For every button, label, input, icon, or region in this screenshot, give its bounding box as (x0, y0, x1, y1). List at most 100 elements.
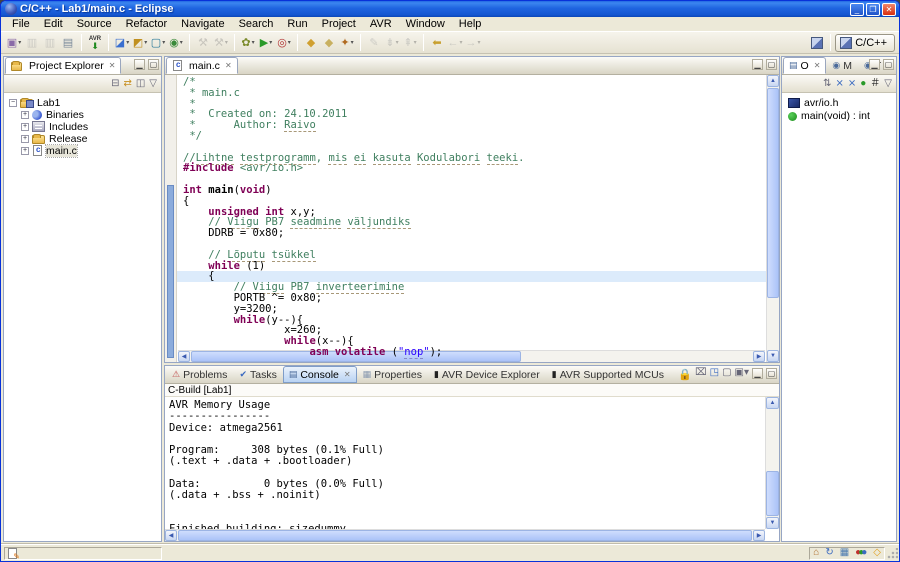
menu-search[interactable]: Search (232, 18, 281, 30)
minimize-view-icon[interactable]: ▁ (752, 368, 763, 379)
maximize-view-icon[interactable]: ▢ (766, 368, 777, 379)
image-icon[interactable]: ▦ (840, 548, 849, 558)
clear-console-icon[interactable]: ⌧ (695, 368, 707, 381)
scrollbar-thumb[interactable] (178, 530, 752, 541)
code-area[interactable]: /* * main.c * * Created on: 24.10.2011 *… (177, 75, 766, 362)
scroll-lock-icon[interactable]: 🔒 (678, 368, 692, 381)
restore-button[interactable]: ❐ (866, 3, 880, 16)
hide-static-icon[interactable]: ⨯ (848, 79, 856, 89)
build-button[interactable]: ⚒ (194, 34, 212, 52)
view-menu-icon[interactable]: ▽ (884, 79, 892, 89)
console-output[interactable]: AVR Memory Usage----------------Device: … (165, 397, 765, 529)
menu-source[interactable]: Source (70, 18, 119, 30)
tab-properties[interactable]: ▦ Properties (357, 366, 428, 383)
console-horizontal-scrollbar[interactable]: ◀ ▶ (165, 529, 765, 541)
menu-project[interactable]: Project (315, 18, 363, 30)
minimize-view-icon[interactable]: ▁ (134, 59, 145, 70)
back-button[interactable]: ⬅ (428, 34, 446, 52)
perspective-cpp-button[interactable]: C/C++ (835, 34, 895, 52)
scrollbar-thumb[interactable] (767, 88, 779, 298)
save-all-button[interactable]: ▥ (41, 34, 59, 52)
avr-upload-button[interactable]: AVR⬇ (86, 34, 104, 52)
focus-icon[interactable]: ◫ (136, 79, 145, 89)
search-button[interactable]: ✦▾ (338, 34, 356, 52)
tab-avr-device-explorer[interactable]: ▮ AVR Device Explorer (428, 366, 546, 383)
tab-project-explorer[interactable]: Project Explorer ✕ (5, 57, 121, 74)
new-cpp-project-button[interactable]: ◩▾ (131, 34, 149, 52)
clean-button[interactable]: ⚒▾ (212, 34, 230, 52)
expand-icon[interactable]: + (21, 111, 29, 119)
tree-item-release[interactable]: + Release (6, 133, 159, 144)
open-type-button[interactable]: ◆ (302, 34, 320, 52)
link-with-editor-icon[interactable]: ⇄ (123, 79, 131, 89)
tab-avr-supported-mcus[interactable]: ▮ AVR Supported MCUs (546, 366, 670, 383)
menu-help[interactable]: Help (452, 18, 489, 30)
diamond-icon[interactable]: ◇ (873, 548, 881, 558)
maximize-view-icon[interactable]: ▢ (883, 59, 894, 70)
outline-item[interactable]: avr/io.h (788, 97, 896, 109)
menu-file[interactable]: File (5, 18, 37, 30)
previous-annotation-button[interactable]: ⇞▾ (401, 34, 419, 52)
collapse-all-icon[interactable]: ⊟ (111, 79, 119, 89)
forward-history-button[interactable]: →▾ (464, 34, 482, 52)
tree-item-binaries[interactable]: + Binaries (6, 109, 159, 120)
new-c-file-button[interactable]: ▢▾ (149, 34, 167, 52)
menu-refactor[interactable]: Refactor (119, 18, 175, 30)
scroll-left-icon[interactable]: ◀ (165, 530, 177, 541)
tab-make-targets[interactable]: ◉ M (826, 57, 858, 74)
tab-main-c[interactable]: main.c ✕ (166, 57, 238, 74)
tab-problems[interactable]: ⚠ Problems (166, 366, 233, 383)
scroll-right-icon[interactable]: ▶ (753, 530, 765, 541)
resize-grip[interactable] (886, 548, 898, 560)
sort-icon[interactable]: ⇅ (823, 79, 831, 89)
menu-run[interactable]: Run (280, 18, 314, 30)
open-console-icon[interactable]: ▣▾ (735, 368, 749, 381)
colors-icon[interactable]: ●●● (855, 548, 867, 558)
tree-item-main-c[interactable]: + main.c (6, 145, 159, 156)
menu-window[interactable]: Window (399, 18, 452, 30)
tree-item-project[interactable]: − Lab1 (6, 97, 159, 108)
save-button[interactable]: ▥ (23, 34, 41, 52)
hide-non-public-icon[interactable]: ● (860, 79, 866, 89)
sync-icon[interactable]: ↻ (825, 548, 833, 558)
tab-console[interactable]: ▤ Console✕ (283, 366, 357, 383)
minimize-editor-icon[interactable]: ▁ (752, 59, 763, 70)
expand-icon[interactable]: + (21, 123, 29, 131)
print-button[interactable]: ▤ (59, 34, 77, 52)
back-history-button[interactable]: ←▾ (446, 34, 464, 52)
minimize-view-icon[interactable]: ▁ (869, 59, 880, 70)
close-icon[interactable]: ✕ (109, 61, 116, 70)
collapse-icon[interactable]: − (9, 99, 17, 107)
debug-button[interactable]: ✿▾ (239, 34, 257, 52)
next-annotation-button[interactable]: ⇟▾ (383, 34, 401, 52)
expand-icon[interactable]: + (21, 147, 29, 155)
editor-left-ruler[interactable] (165, 75, 177, 362)
expand-icon[interactable]: + (21, 135, 29, 143)
view-menu-icon[interactable]: ▽ (149, 79, 157, 89)
tab-tasks[interactable]: ✔ Tasks (233, 366, 282, 383)
menu-avr[interactable]: AVR (363, 18, 399, 30)
pin-console-icon[interactable]: ◳ (710, 368, 719, 381)
hide-fields-icon[interactable]: ⨯ (835, 79, 843, 89)
run-button[interactable]: ▶▾ (257, 34, 275, 52)
home-icon[interactable]: ⌂ (813, 548, 819, 558)
profile-button[interactable]: ◎▾ (275, 34, 293, 52)
scroll-down-icon[interactable]: ▼ (767, 350, 779, 362)
editor-vertical-scrollbar[interactable]: ▲ ▼ (766, 75, 779, 362)
menu-navigate[interactable]: Navigate (174, 18, 231, 30)
new-c-project-button[interactable]: ◪▾ (113, 34, 131, 52)
menu-edit[interactable]: Edit (37, 18, 70, 30)
scroll-down-icon[interactable]: ▼ (766, 517, 779, 529)
console-vertical-scrollbar[interactable]: ▲ ▼ (765, 397, 779, 529)
tree-item-includes[interactable]: + Includes (6, 121, 159, 132)
close-icon[interactable]: ✕ (814, 61, 821, 70)
hide-inactive-icon[interactable]: ＃ (870, 79, 880, 89)
last-edit-location-button[interactable]: ✎ (365, 34, 383, 52)
open-perspective-button[interactable] (808, 34, 826, 52)
outline-item[interactable]: main(void) : int (788, 110, 896, 122)
new-wizard-button[interactable]: ▣▾ (5, 34, 23, 52)
manage-configs-button[interactable]: ◉▾ (167, 34, 185, 52)
close-icon[interactable]: ✕ (225, 61, 232, 70)
minimize-button[interactable]: _ (850, 3, 864, 16)
close-icon[interactable]: ✕ (344, 370, 351, 379)
